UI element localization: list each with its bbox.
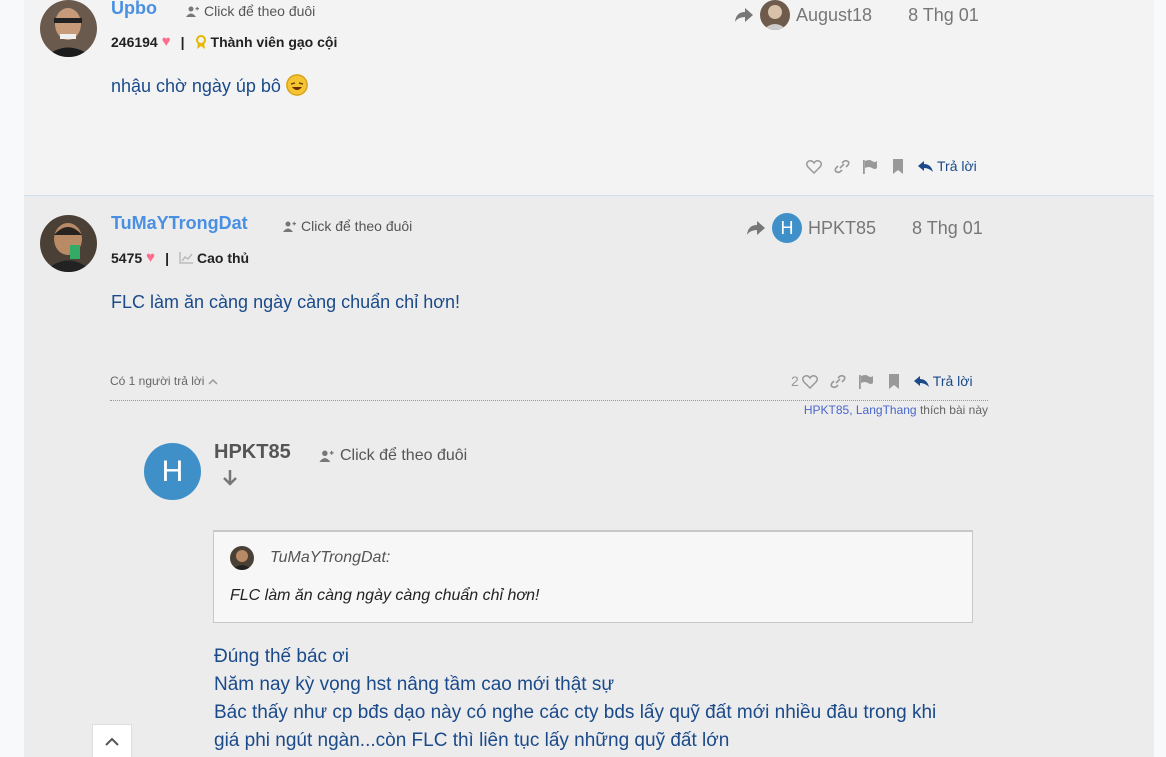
username[interactable]: Upbo — [111, 0, 157, 19]
post-body-text: nhậu chờ ngày úp bô — [111, 76, 281, 96]
reply-icon — [918, 160, 933, 172]
post-meta: August18 8 Thg 01 — [734, 0, 979, 30]
reply-body: Đúng thế bác ơi Năm nay kỳ vọng hst nâng… — [214, 643, 936, 755]
liked-by-user[interactable]: HPKT85 — [804, 403, 849, 417]
arrow-down-icon[interactable] — [220, 468, 240, 488]
replies-count-label: Có 1 người trả lời — [110, 374, 205, 388]
username[interactable]: TuMaYTrongDat — [111, 213, 248, 234]
separator: | — [180, 33, 185, 50]
heart-icon: ♥ — [161, 33, 171, 50]
scroll-to-top-button[interactable] — [92, 724, 132, 757]
follow-button[interactable]: Click để theo đuôi — [283, 218, 412, 234]
reply-line: giá phi ngút ngàn...còn FLC thì liên tục… — [214, 730, 730, 751]
laughing-emoji-icon — [285, 74, 308, 97]
reply-label: Trả lời — [932, 373, 973, 389]
reply-icon — [913, 375, 929, 387]
username[interactable]: HPKT85 — [214, 441, 291, 464]
reply-line: Đúng thế bác ơi — [214, 646, 349, 667]
flag-icon[interactable] — [858, 374, 874, 389]
avatar[interactable]: H — [144, 443, 201, 500]
separator: | — [165, 249, 169, 266]
post-meta: H HPKT85 8 Thg 01 — [746, 213, 983, 243]
reply-to-icon — [747, 221, 765, 235]
bookmark-icon[interactable] — [890, 158, 906, 174]
post-body: FLC làm ăn càng ngày càng chuẩn chỉ hơn! — [111, 292, 461, 312]
follow-button[interactable]: Click để theo đuôi — [319, 447, 467, 465]
user-stats: 246194 ♥ | Thành viên gạo cội — [111, 33, 337, 50]
post-date[interactable]: 8 Thg 01 — [912, 218, 983, 239]
liked-by-user[interactable]: LangThang — [856, 403, 917, 417]
heart-outline-icon — [801, 374, 818, 389]
flag-icon[interactable] — [862, 159, 878, 174]
rank-label: Cao thủ — [196, 249, 250, 266]
liked-by: HPKT85, LangThang thích bài này — [804, 403, 988, 417]
replies-toggle[interactable]: Có 1 người trả lời — [110, 374, 219, 388]
medal-icon — [195, 34, 206, 49]
reply-to-icon — [735, 8, 753, 22]
link-icon[interactable] — [834, 159, 850, 174]
rank-label: Thành viên gạo cội — [210, 33, 338, 50]
chevron-up-icon — [208, 378, 219, 385]
likes-count: 246194 — [111, 33, 158, 50]
quote-text: FLC làm ăn càng ngày càng chuẩn chỉ hơn! — [230, 587, 540, 604]
replied-user-avatar[interactable] — [760, 0, 790, 30]
reply-button[interactable]: Trả lời — [913, 373, 973, 389]
post-upbo: Upbo Click để theo đuôi 246194 ♥ | Thành… — [24, 0, 1154, 196]
liked-by-comma: , — [849, 403, 856, 417]
follow-button[interactable]: Click để theo đuôi — [186, 3, 315, 19]
reply-line: Bác thấy như cp bđs dạo này có nghe các … — [214, 702, 937, 723]
heart-icon: ♥ — [146, 249, 156, 266]
follow-label: Click để theo đuôi — [204, 3, 316, 19]
chevron-up-icon — [105, 737, 119, 746]
reply-line: Năm nay kỳ vọng hst nâng tầm cao mới thậ… — [214, 674, 615, 695]
post-actions: 2 Trả lời — [791, 373, 973, 389]
add-user-icon — [186, 6, 199, 17]
post-tumaytrongdat: TuMaYTrongDat Click để theo đuôi 5475 ♥ … — [24, 196, 1154, 757]
divider — [110, 400, 988, 401]
replied-username[interactable]: HPKT85 — [808, 218, 876, 239]
avatar[interactable] — [40, 215, 97, 272]
replied-username[interactable]: August18 — [796, 5, 872, 26]
user-stats: 5475 ♥ | Cao thủ — [111, 249, 249, 266]
add-user-icon — [283, 221, 296, 232]
post-date[interactable]: 8 Thg 01 — [908, 5, 979, 26]
post-body: nhậu chờ ngày úp bô — [111, 74, 308, 98]
quote-author[interactable]: TuMaYTrongDat: — [270, 549, 390, 567]
reply-label: Trả lời — [937, 158, 977, 174]
liked-by-suffix: thích bài này — [919, 403, 988, 417]
quote-author-avatar — [230, 546, 254, 570]
heart-outline-icon[interactable] — [806, 159, 822, 174]
avatar[interactable] — [40, 0, 97, 57]
follow-label: Click để theo đuôi — [340, 447, 468, 464]
follow-label: Click để theo đuôi — [301, 218, 413, 234]
link-icon[interactable] — [830, 374, 846, 389]
reply-button[interactable]: Trả lời — [918, 158, 977, 174]
like-count: 2 — [791, 373, 799, 389]
bookmark-icon[interactable] — [886, 373, 902, 389]
like-control[interactable]: 2 — [791, 373, 818, 389]
chart-icon — [179, 251, 193, 264]
add-user-icon — [319, 450, 334, 462]
quote-block: TuMaYTrongDat: FLC làm ăn càng ngày càng… — [213, 530, 973, 623]
post-actions: Trả lời — [806, 158, 977, 174]
likes-count: 5475 — [111, 249, 143, 266]
replied-user-avatar[interactable]: H — [772, 213, 802, 243]
